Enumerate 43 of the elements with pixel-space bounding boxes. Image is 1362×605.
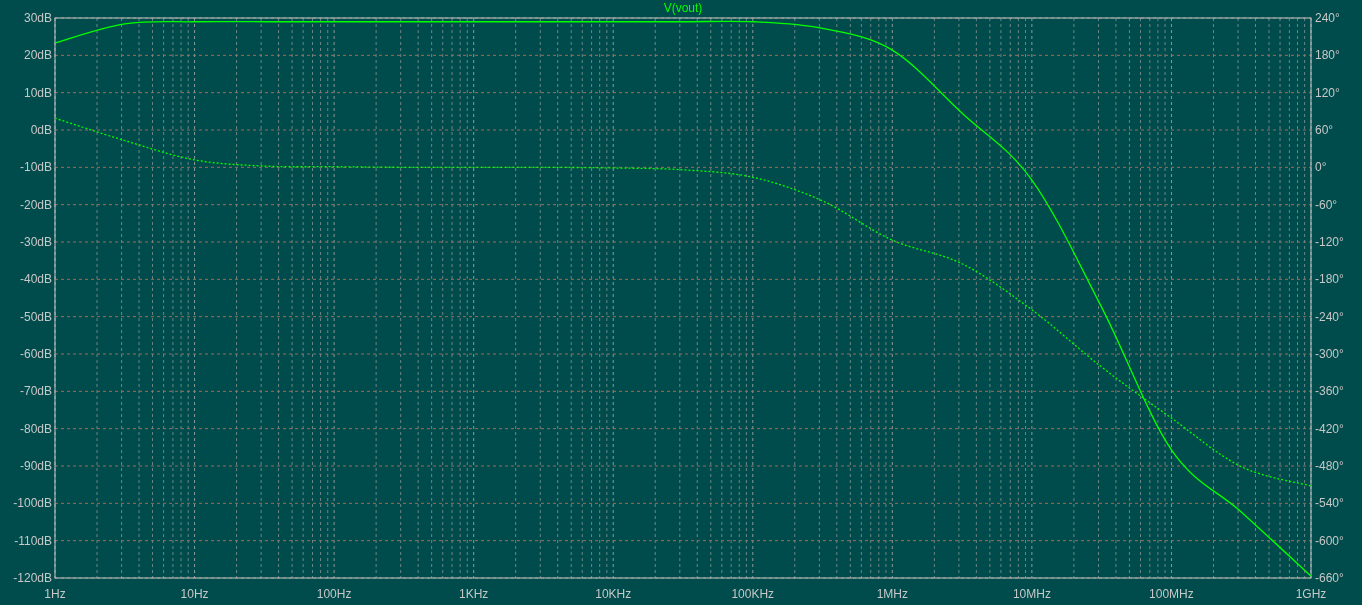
phase-axis-label: 240° bbox=[1315, 11, 1340, 25]
y-axis-label: -10dB bbox=[19, 160, 52, 175]
phase-axis-label: -60° bbox=[1315, 197, 1338, 212]
phase-axis-label: -240° bbox=[1315, 309, 1344, 324]
x-axis-label: 1Hz bbox=[44, 587, 66, 601]
y-axis-label: -100dB bbox=[13, 496, 52, 511]
phase-axis-label: -300° bbox=[1315, 347, 1344, 361]
y-axis-label: 20dB bbox=[23, 48, 52, 63]
phase-axis-label: 60° bbox=[1315, 123, 1334, 137]
phase-axis-label: -120° bbox=[1315, 235, 1344, 249]
x-axis-label: 10KHz bbox=[595, 587, 632, 601]
phase-axis-label: 0° bbox=[1315, 160, 1327, 175]
x-axis-label: 1GHz bbox=[1295, 587, 1327, 601]
x-axis-label: 100MHz bbox=[1149, 587, 1194, 601]
x-axis-label: 100Hz bbox=[316, 587, 352, 601]
y-axis-label: -80dB bbox=[19, 421, 52, 436]
x-axis-label: 1MHz bbox=[876, 587, 908, 601]
y-axis-label: -40dB bbox=[19, 272, 52, 287]
x-axis-label: 100KHz bbox=[731, 587, 775, 601]
phase-axis-label: -480° bbox=[1315, 459, 1344, 473]
y-axis-label: -110dB bbox=[14, 533, 52, 548]
y-axis-label: -50dB bbox=[19, 309, 52, 324]
phase-axis-label: -360° bbox=[1315, 384, 1344, 399]
phase-axis-label: -540° bbox=[1315, 496, 1344, 511]
y-axis-label: -20dB bbox=[19, 197, 52, 212]
phase-axis-label: 120° bbox=[1315, 85, 1340, 100]
x-axis-label: 10MHz bbox=[1012, 587, 1051, 601]
y-axis-label: 10dB bbox=[23, 85, 52, 100]
y-axis-label: -120dB bbox=[13, 571, 52, 585]
phase-axis-label: -660° bbox=[1315, 571, 1344, 585]
y-axis-label: -30dB bbox=[19, 235, 52, 249]
y-axis-label: -70dB bbox=[19, 384, 52, 399]
y-axis-label: -90dB bbox=[19, 459, 52, 473]
x-axis-label: 1KHz bbox=[459, 587, 489, 601]
phase-axis-label: -600° bbox=[1315, 533, 1344, 548]
phase-axis-label: 180° bbox=[1315, 48, 1340, 63]
y-axis-label: -60dB bbox=[19, 347, 52, 361]
phase-axis-label: -420° bbox=[1315, 421, 1344, 436]
y-axis-label: 0dB bbox=[30, 123, 52, 137]
phase-axis-label: -180° bbox=[1315, 272, 1344, 287]
y-axis-label: 30dB bbox=[23, 11, 52, 25]
x-axis-label: 10Hz bbox=[180, 587, 209, 601]
trace-label: V(vout) bbox=[663, 1, 703, 15]
